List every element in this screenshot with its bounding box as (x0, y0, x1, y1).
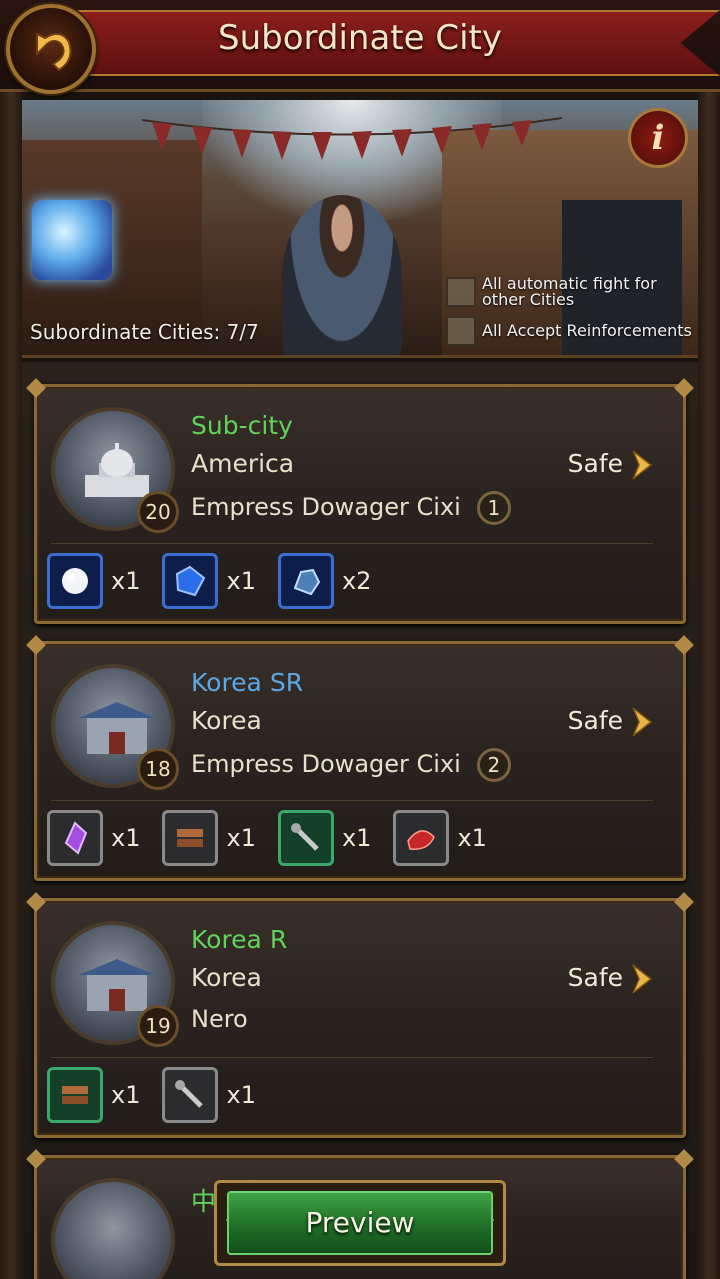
reward-item[interactable]: x1 (162, 553, 256, 609)
city-level-badge: 19 (137, 1005, 179, 1047)
city-card[interactable]: 18 Korea SR Korea Empress Dowager Cixi 2 … (34, 641, 686, 881)
palace-building-icon (79, 702, 155, 754)
reward-qty: x2 (341, 567, 372, 595)
city-card[interactable]: 19 Korea R Korea Nero Safe x1 x1 (34, 898, 686, 1138)
city-level-badge: 20 (137, 491, 179, 533)
accept-reinforcements-checkbox[interactable] (446, 316, 476, 346)
rank-badge: 1 (476, 491, 511, 525)
page-title: Subordinate City (217, 18, 502, 58)
auto-fight-checkbox[interactable] (446, 277, 476, 307)
left-pillar (0, 92, 22, 1279)
card-divider (51, 1057, 653, 1058)
city-title: 中 (191, 1187, 217, 1216)
city-status: Safe (567, 449, 623, 478)
subordinate-cities-count: Subordinate Cities: 7/7 (30, 320, 259, 344)
header-bar: Subordinate City (0, 0, 720, 94)
city-owner: Nero (191, 1005, 248, 1033)
bunting-flags (142, 117, 562, 160)
rank-badge: 2 (476, 748, 511, 782)
city-title: Korea SR (191, 668, 304, 697)
accept-reinforcements-option[interactable]: All Accept Reinforcements (446, 316, 692, 346)
card-divider (51, 800, 653, 801)
wood-icon (162, 810, 219, 866)
reward-item[interactable]: x1 (277, 810, 372, 866)
city-region: America (191, 449, 295, 478)
scene-banner: i Subordinate Cities: 7/7 All automatic … (22, 100, 698, 358)
card-divider (51, 543, 653, 544)
reward-qty: x1 (226, 567, 256, 595)
city-status: Safe (567, 963, 623, 992)
right-pillar (698, 92, 720, 1279)
reward-item[interactable]: x1 (162, 1067, 256, 1123)
ore-icon (277, 553, 334, 609)
info-button[interactable]: i (628, 108, 688, 168)
leather-icon (393, 810, 450, 866)
wrench-icon (162, 1067, 219, 1123)
hero-figure (282, 195, 402, 355)
reward-qty: x1 (226, 1081, 256, 1109)
reward-item[interactable]: x1 (47, 1067, 140, 1123)
city-title: Korea R (191, 925, 288, 954)
palace-building-icon (79, 959, 155, 1011)
city-title: Sub-city (191, 411, 293, 440)
city-owner: Empress Dowager Cixi 1 (191, 491, 511, 525)
reward-item[interactable]: x1 (47, 553, 140, 609)
reward-item[interactable]: x1 (393, 810, 487, 866)
back-arrow-icon (36, 32, 72, 72)
reward-item[interactable]: x2 (277, 553, 372, 609)
city-level-badge: 18 (137, 748, 179, 790)
wrench-icon (277, 810, 334, 866)
city-thumbnail (51, 1178, 175, 1279)
city-status: Safe (567, 706, 623, 735)
rewards-row: x1 x1 x2 (47, 553, 393, 609)
reward-qty: x1 (111, 1081, 141, 1109)
chevron-right-icon[interactable] (631, 449, 653, 481)
accept-reinforcements-label: All Accept Reinforcements (482, 321, 692, 340)
city-region: Korea (191, 706, 262, 735)
rewards-row: x1 x1 (47, 1067, 278, 1123)
city-owner: Empress Dowager Cixi 2 (191, 748, 511, 782)
reward-qty: x1 (226, 824, 256, 852)
reward-qty: x1 (111, 567, 141, 595)
capitol-building-icon (85, 443, 149, 497)
reward-qty: x1 (111, 824, 141, 852)
auto-fight-option[interactable]: All automatic fight for other Cities (446, 276, 692, 308)
sapphire-icon (162, 553, 219, 609)
back-button[interactable] (6, 4, 96, 94)
auto-fight-label: All automatic fight for other Cities (482, 274, 657, 309)
reward-qty: x1 (457, 824, 487, 852)
rewards-row: x1 x1 x1 x1 (47, 810, 509, 866)
owner-name: Empress Dowager Cixi (191, 493, 461, 521)
reward-item[interactable]: x1 (47, 810, 140, 866)
city-card[interactable]: 20 Sub-city America Empress Dowager Cixi… (34, 384, 686, 624)
reward-item[interactable]: x1 (162, 810, 256, 866)
chevron-right-icon[interactable] (631, 963, 653, 995)
treasure-chest-icon (32, 200, 112, 280)
city-region: Korea (191, 963, 262, 992)
amethyst-icon (47, 810, 103, 866)
chevron-right-icon[interactable] (631, 706, 653, 738)
reward-qty: x1 (341, 824, 372, 852)
preview-button[interactable]: Preview (227, 1191, 493, 1255)
pearl-icon (47, 553, 103, 609)
preview-button-frame: Preview (214, 1180, 506, 1266)
wood-icon (47, 1067, 103, 1123)
owner-name: Empress Dowager Cixi (191, 750, 461, 778)
